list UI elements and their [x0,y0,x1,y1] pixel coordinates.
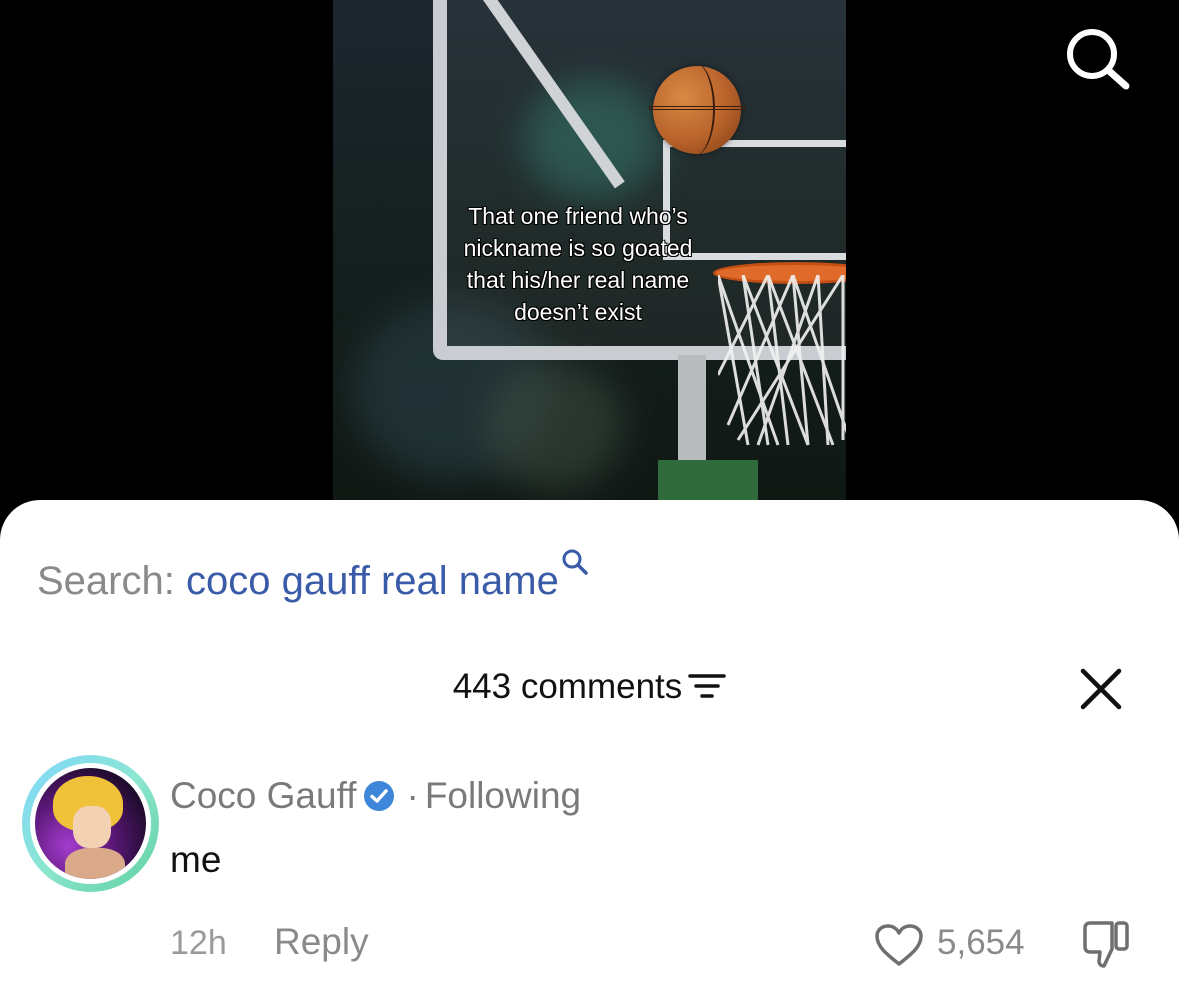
avatar-ring [30,763,151,884]
like-count: 5,654 [937,923,1025,962]
following-label: Following [424,775,582,816]
close-icon[interactable] [1077,665,1125,713]
search-query-link[interactable]: coco gauff real name [186,559,559,603]
comments-count: 443 comments [452,667,683,706]
video-caption: That one friend who’s nickname is so goa… [428,200,728,328]
hoop-net [718,275,846,446]
search-suggestion[interactable]: Search: coco gauff real name [37,548,589,607]
search-icon[interactable] [561,548,589,576]
caption-line: that his/her real name [466,267,690,294]
avatar-image [35,768,146,879]
filter-icon[interactable] [688,671,727,701]
verified-badge-icon [364,781,395,811]
basketball [649,62,745,156]
caption-line: doesn’t exist [514,299,643,326]
comment-username[interactable]: Coco Gauff [170,775,356,816]
video-area[interactable]: That one friend who’s nickname is so goa… [0,0,1179,540]
separator-dot: · [406,775,419,816]
reply-button[interactable]: Reply [274,918,369,966]
caption-line: nickname is so goated [463,235,693,262]
video-frame[interactable]: That one friend who’s nickname is so goa… [333,0,846,500]
comments-header: 443 comments [0,665,1179,709]
avatar[interactable] [22,755,159,892]
comment-time: 12h [170,924,227,962]
thumbs-down-icon[interactable] [1079,918,1133,972]
hoop-base [658,460,758,500]
search-prefix: Search: [37,559,175,603]
heart-icon[interactable] [873,922,925,968]
comment-author[interactable]: Coco Gauff · Following [170,772,581,820]
search-icon[interactable] [1062,26,1132,90]
comment-text: me [170,839,222,880]
caption-line: That one friend who’s [468,203,689,230]
